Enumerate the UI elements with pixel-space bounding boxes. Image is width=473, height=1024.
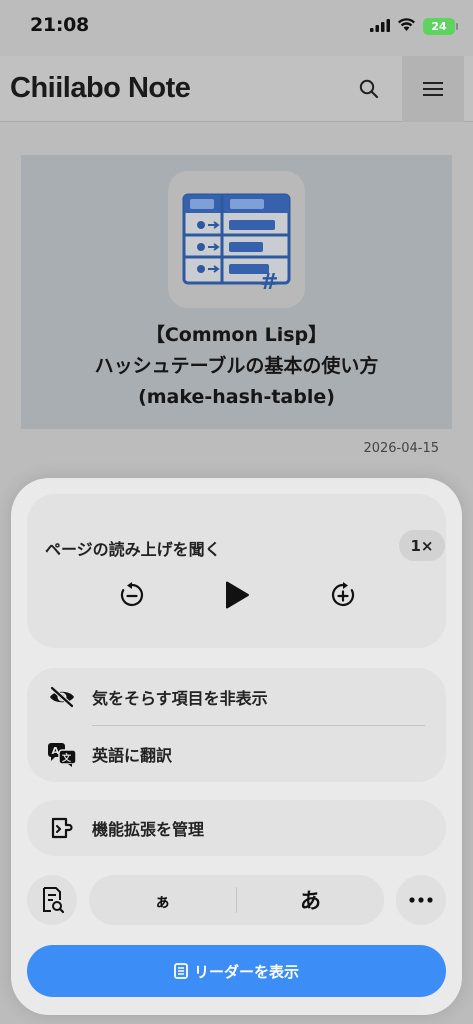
manage-extensions-item[interactable]: 機能拡張を管理 [27, 800, 446, 856]
eye-slash-icon [47, 682, 77, 712]
bottom-controls: ぁ あ [27, 875, 446, 925]
play-button[interactable] [217, 575, 257, 615]
hamburger-icon [423, 82, 443, 96]
font-size-control: ぁ あ [89, 875, 384, 925]
page-menu-sheet: ページの読み上げを聞く 1× 気をそらす項目を非表示 A 文 英語に翻訳 機能拡… [11, 478, 462, 1015]
increase-font-button[interactable]: あ [237, 875, 384, 925]
article-hero: # 【Common Lisp】 ハッシュテーブルの基本の使い方 (make-ha… [21, 155, 452, 429]
status-time: 21:08 [30, 14, 89, 36]
show-reader-label: リーダーを表示 [193, 962, 299, 981]
translate-icon: A 文 [47, 739, 77, 769]
article-title-line-1: 【Common Lisp】 [145, 324, 328, 346]
skip-forward-icon [331, 582, 355, 607]
screen: 21:08 24 Chiilabo Note # 【Common Lisp】 ハ… [0, 0, 473, 1024]
signal-icon [370, 17, 390, 36]
svg-text:文: 文 [61, 752, 72, 764]
page-search-button[interactable] [27, 875, 77, 925]
translate-label: 英語に翻訳 [92, 745, 173, 765]
article-title-line-3: (make-hash-table) [138, 386, 335, 408]
page-search-icon [43, 887, 64, 914]
battery-icon: 24 [423, 18, 458, 35]
manage-extensions-row[interactable]: 機能拡張を管理 [27, 800, 446, 856]
hide-distractions-item[interactable]: 気をそらす項目を非表示 [27, 668, 446, 725]
page-actions-card: 気をそらす項目を非表示 A 文 英語に翻訳 [27, 668, 446, 782]
article-date: 2026-04-15 [363, 441, 439, 456]
listen-card: ページの読み上げを聞く 1× [27, 494, 446, 648]
listen-title[interactable]: ページの読み上げを聞く [45, 536, 221, 560]
show-reader-button[interactable]: リーダーを表示 [27, 945, 446, 997]
hash-table-icon: # [168, 171, 305, 308]
hamburger-menu-button[interactable] [402, 56, 464, 122]
status-icons: 24 [370, 17, 458, 36]
decrease-font-button[interactable]: ぁ [89, 875, 236, 925]
svg-text:#: # [260, 270, 278, 295]
site-header: Chiilabo Note [0, 56, 473, 122]
hide-distractions-label: 気をそらす項目を非表示 [92, 688, 268, 708]
skip-back-button[interactable] [112, 575, 152, 615]
ellipsis-icon [409, 897, 433, 903]
site-title[interactable]: Chiilabo Note [10, 72, 191, 105]
extension-icon [47, 813, 77, 843]
search-icon [359, 79, 379, 99]
manage-extensions-label: 機能拡張を管理 [92, 820, 205, 839]
skip-back-icon [120, 582, 144, 607]
wifi-icon [397, 17, 416, 36]
article-title-line-2: ハッシュテーブルの基本の使い方 [94, 355, 379, 377]
article-title: 【Common Lisp】 ハッシュテーブルの基本の使い方 (make-hash… [21, 320, 452, 413]
playback-speed-button[interactable]: 1× [399, 530, 445, 561]
more-options-button[interactable] [396, 875, 446, 925]
search-button[interactable] [350, 70, 388, 108]
status-bar: 21:08 24 [0, 0, 473, 56]
skip-forward-button[interactable] [323, 575, 363, 615]
play-icon [226, 581, 249, 609]
translate-item[interactable]: A 文 英語に翻訳 [27, 725, 446, 782]
reader-icon [174, 963, 188, 979]
